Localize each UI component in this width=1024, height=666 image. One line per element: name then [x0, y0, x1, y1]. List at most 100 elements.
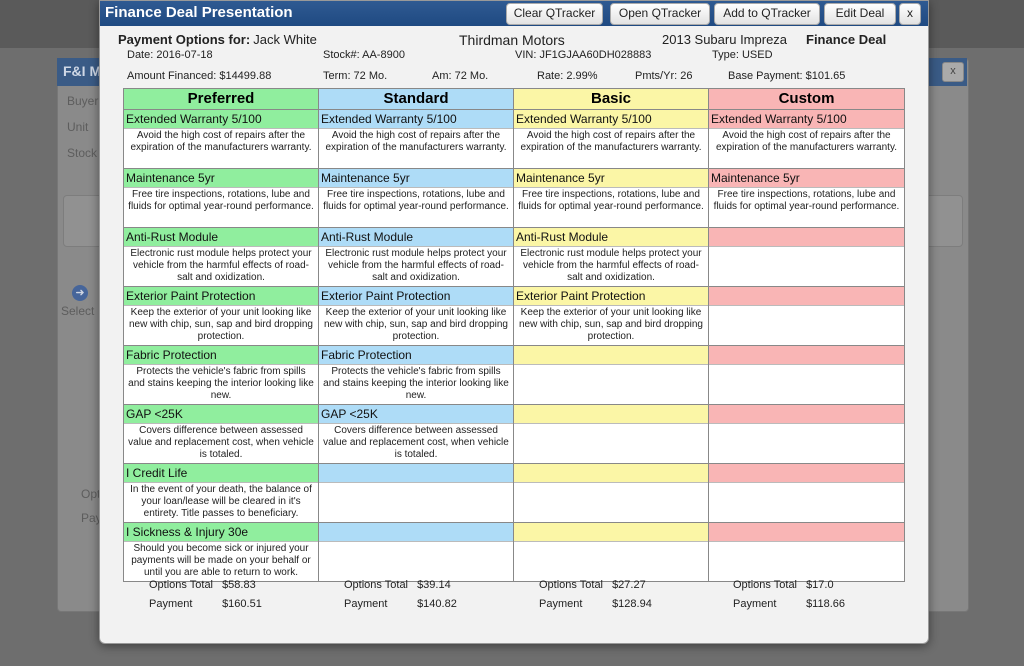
package-item[interactable] [709, 405, 904, 464]
clear-qtracker-button[interactable]: Clear QTracker [506, 3, 603, 25]
package-item-description: Free tire inspections, rotations, lube a… [124, 188, 318, 227]
package-item[interactable]: Extended Warranty 5/100 Avoid the high co… [319, 110, 513, 169]
package-item-description [514, 424, 708, 463]
modal-title: Finance Deal Presentation [105, 4, 293, 21]
package-item[interactable]: I Credit Life In the event of your death,… [124, 464, 318, 523]
package-item-name: Extended Warranty 5/100 [319, 110, 513, 129]
package-item[interactable]: Exterior Paint Protection Keep the exteri… [319, 287, 513, 346]
finance-deal-modal: Finance Deal Presentation Clear QTracker… [99, 0, 929, 644]
open-qtracker-button[interactable]: Open QTracker [610, 3, 710, 25]
package-item-description [709, 306, 904, 345]
package-item-name [709, 464, 904, 483]
payment-label: Payment [149, 598, 193, 610]
package-item[interactable] [709, 523, 904, 581]
package-item[interactable] [319, 464, 513, 523]
payment-value: $140.82 [417, 598, 457, 610]
options-total-row: Options Total $39.14 [344, 579, 457, 598]
payment-options-heading: Payment Options for: Jack White [118, 32, 317, 47]
package-item-name: Extended Warranty 5/100 [514, 110, 708, 129]
package-item[interactable]: GAP <25K Covers difference between assess… [124, 405, 318, 464]
payment-value: $128.94 [612, 598, 652, 610]
package-item-name [709, 405, 904, 424]
edit-deal-button[interactable]: Edit Deal [824, 3, 896, 25]
package-item[interactable] [709, 287, 904, 346]
add-to-qtracker-button[interactable]: Add to QTracker [714, 3, 820, 25]
package-item-name [709, 346, 904, 365]
package-item-name: Exterior Paint Protection [319, 287, 513, 306]
package-item-description [709, 483, 904, 522]
dealer-name: Thirdman Motors [459, 32, 565, 48]
modal-titlebar: Finance Deal Presentation Clear QTracker… [100, 1, 928, 26]
totals-standard: Options Total $39.14 Payment $140.82 [344, 579, 457, 617]
package-header-standard[interactable]: Standard [319, 89, 513, 110]
package-item[interactable]: Extended Warranty 5/100 Avoid the high co… [124, 110, 318, 169]
package-item[interactable]: Fabric Protection Protects the vehicle's … [319, 346, 513, 405]
package-item-name: Exterior Paint Protection [124, 287, 318, 306]
package-item-name [514, 346, 708, 365]
package-item-name: Anti-Rust Module [514, 228, 708, 247]
package-item[interactable] [709, 228, 904, 287]
background-close-button[interactable]: x [942, 62, 964, 82]
stock-number: Stock#: AA-8900 [323, 49, 405, 61]
package-item-name: GAP <25K [319, 405, 513, 424]
package-item[interactable]: Fabric Protection Protects the vehicle's … [124, 346, 318, 405]
package-item[interactable]: Exterior Paint Protection Keep the exteri… [124, 287, 318, 346]
options-total-value: $58.83 [222, 579, 256, 591]
package-item[interactable]: Exterior Paint Protection Keep the exteri… [514, 287, 708, 346]
package-item-description: Keep the exterior of your unit looking l… [514, 306, 708, 345]
package-item[interactable]: Extended Warranty 5/100 Avoid the high co… [514, 110, 708, 169]
package-item[interactable] [514, 346, 708, 405]
package-item[interactable]: I Sickness & Injury 30e Should you become… [124, 523, 318, 581]
package-item[interactable] [514, 405, 708, 464]
package-header-basic[interactable]: Basic [514, 89, 708, 110]
package-item[interactable]: Anti-Rust Module Electronic rust module h… [319, 228, 513, 287]
select-arrow-icon[interactable]: ➜ [72, 285, 88, 301]
package-item[interactable]: Anti-Rust Module Electronic rust module h… [514, 228, 708, 287]
package-item-description: Should you become sick or injured your p… [124, 542, 318, 581]
package-item-description: Protects the vehicle's fabric from spill… [124, 365, 318, 404]
package-item-description: Electronic rust module helps protect you… [319, 247, 513, 286]
package-item-name: I Credit Life [124, 464, 318, 483]
package-item[interactable] [514, 464, 708, 523]
package-header-preferred[interactable]: Preferred [124, 89, 318, 110]
vehicle-type: Type: USED [712, 49, 773, 61]
deal-type: Finance Deal [806, 32, 887, 47]
package-item-description: Free tire inspections, rotations, lube a… [514, 188, 708, 227]
background-label-select: Select [61, 304, 95, 318]
package-item-name: Maintenance 5yr [319, 169, 513, 188]
package-item-name: Fabric Protection [319, 346, 513, 365]
package-item-name: Extended Warranty 5/100 [709, 110, 904, 129]
package-item[interactable] [319, 523, 513, 581]
package-item-description: Avoid the high cost of repairs after the… [514, 129, 708, 168]
base-payment: Base Payment: $101.65 [728, 70, 846, 82]
options-grid: Preferred Extended Warranty 5/100 Avoid th… [123, 88, 905, 582]
amortization: Am: 72 Mo. [432, 70, 489, 82]
vehicle-name: 2013 Subaru Impreza [662, 32, 788, 47]
background-label-buyer: Buyer [67, 94, 99, 108]
package-item-name: Anti-Rust Module [124, 228, 318, 247]
package-item[interactable] [709, 464, 904, 523]
package-item-description: Free tire inspections, rotations, lube a… [709, 188, 904, 227]
package-item-name [514, 523, 708, 542]
package-item[interactable]: Maintenance 5yr Free tire inspections, ro… [124, 169, 318, 228]
package-column-custom: Custom Extended Warranty 5/100 Avoid the h… [709, 89, 904, 581]
options-total-row: Options Total $17.0 [733, 579, 845, 598]
package-item[interactable]: Maintenance 5yr Free tire inspections, ro… [514, 169, 708, 228]
package-item[interactable]: Anti-Rust Module Electronic rust module h… [124, 228, 318, 287]
payment-value: $160.51 [222, 598, 262, 610]
options-total-row: Options Total $27.27 [539, 579, 652, 598]
options-total-value: $17.0 [806, 579, 834, 591]
package-item[interactable] [709, 346, 904, 405]
package-item[interactable]: Maintenance 5yr Free tire inspections, ro… [709, 169, 904, 228]
package-item[interactable] [514, 523, 708, 581]
amount-financed: Amount Financed: $14499.88 [127, 70, 272, 82]
package-item-name: Extended Warranty 5/100 [124, 110, 318, 129]
package-item-name [319, 523, 513, 542]
payment-label: Payment [539, 598, 583, 610]
close-modal-button[interactable]: x [899, 3, 921, 25]
package-item[interactable]: Extended Warranty 5/100 Avoid the high co… [709, 110, 904, 169]
package-item-name [709, 287, 904, 306]
package-item[interactable]: Maintenance 5yr Free tire inspections, ro… [319, 169, 513, 228]
package-header-custom[interactable]: Custom [709, 89, 904, 110]
package-item[interactable]: GAP <25K Covers difference between assess… [319, 405, 513, 464]
